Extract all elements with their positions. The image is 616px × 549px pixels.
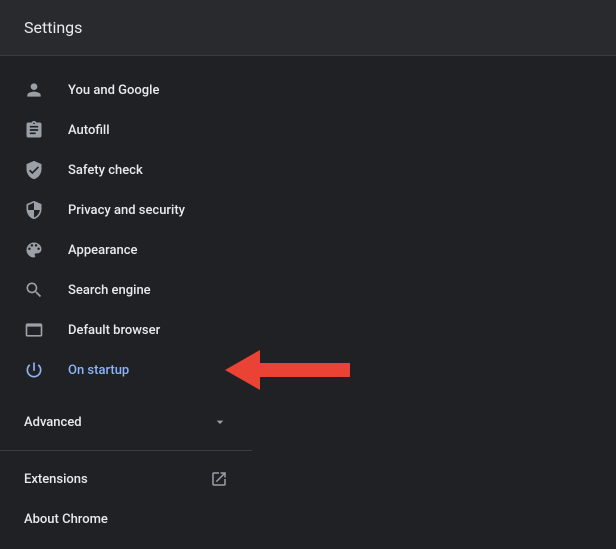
sidebar-item-you-and-google[interactable]: You and Google <box>0 70 252 110</box>
power-icon <box>24 360 44 380</box>
sidebar-item-autofill[interactable]: Autofill <box>0 110 252 150</box>
sidebar-item-on-startup[interactable]: On startup <box>0 350 252 390</box>
sidebar-item-label: On startup <box>68 363 129 378</box>
settings-sidebar: You and Google Autofill Safety check Pri… <box>0 56 252 539</box>
sidebar-item-label: Default browser <box>68 323 160 338</box>
browser-icon <box>24 320 44 340</box>
sidebar-item-label: Search engine <box>68 283 151 298</box>
sidebar-advanced-toggle[interactable]: Advanced <box>0 402 252 442</box>
search-icon <box>24 280 44 300</box>
sidebar-item-label: Privacy and security <box>68 203 185 218</box>
sidebar-item-extensions[interactable]: Extensions <box>0 459 252 499</box>
sidebar-item-appearance[interactable]: Appearance <box>0 230 252 270</box>
sidebar-item-default-browser[interactable]: Default browser <box>0 310 252 350</box>
sidebar-item-label: Appearance <box>68 243 137 258</box>
extensions-label: Extensions <box>24 472 88 487</box>
safety-icon <box>24 160 44 180</box>
sidebar-item-label: Autofill <box>68 123 110 138</box>
autofill-icon <box>24 120 44 140</box>
sidebar-item-label: You and Google <box>68 83 159 98</box>
sidebar-item-safety-check[interactable]: Safety check <box>0 150 252 190</box>
external-link-icon <box>210 470 228 488</box>
shield-icon <box>24 200 44 220</box>
about-chrome-label: About Chrome <box>24 512 108 527</box>
settings-header: Settings <box>0 0 616 56</box>
palette-icon <box>24 240 44 260</box>
advanced-label: Advanced <box>24 415 82 430</box>
sidebar-divider <box>0 450 252 451</box>
sidebar-item-label: Safety check <box>68 163 143 178</box>
person-icon <box>24 80 44 100</box>
page-title: Settings <box>24 18 82 37</box>
sidebar-item-search-engine[interactable]: Search engine <box>0 270 252 310</box>
sidebar-item-about-chrome[interactable]: About Chrome <box>0 499 252 539</box>
sidebar-item-privacy-security[interactable]: Privacy and security <box>0 190 252 230</box>
chevron-down-icon <box>212 414 228 430</box>
